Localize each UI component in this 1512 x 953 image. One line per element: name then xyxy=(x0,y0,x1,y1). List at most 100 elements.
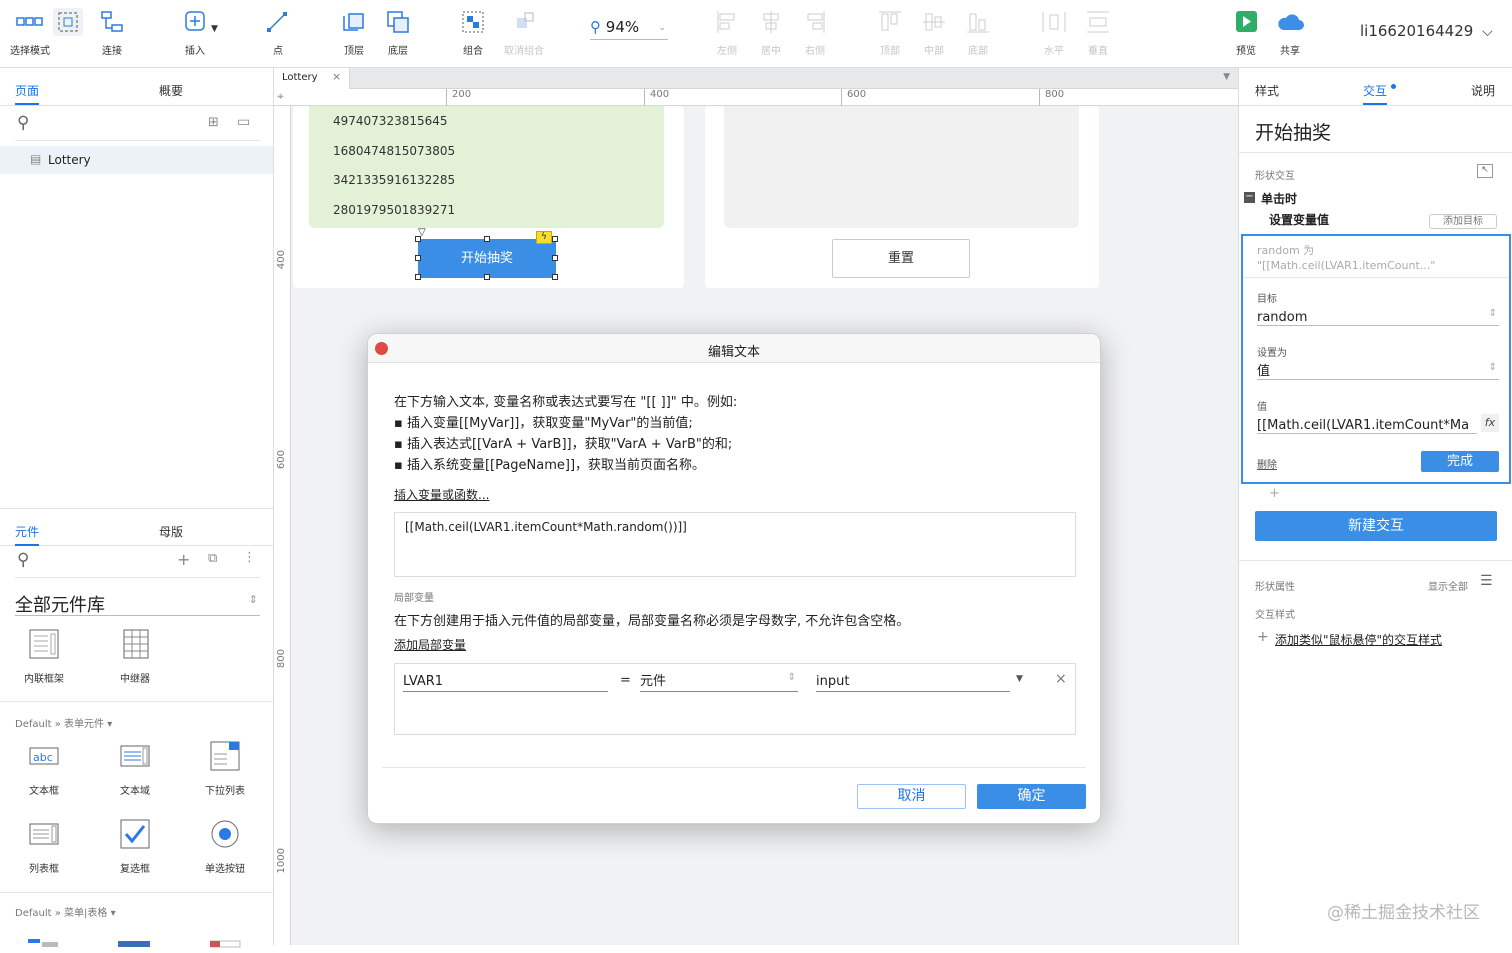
ruler-label: 400 xyxy=(644,89,669,106)
toolbar-label: 水平 xyxy=(1044,46,1064,57)
add-interaction-style-link[interactable]: 添加类似"鼠标悬停"的交互样式 xyxy=(1275,631,1442,648)
section-form-widgets[interactable]: Default » 表单元件 ▾ xyxy=(15,715,112,730)
chevron-down-icon[interactable]: ▼ xyxy=(211,24,218,34)
widget-checkbox[interactable]: 复选框 xyxy=(105,818,165,875)
rotate-handle-icon[interactable]: ▽ xyxy=(418,227,426,238)
action-label[interactable]: 设置变量值 xyxy=(1269,211,1329,228)
tab-notes[interactable]: 说明 xyxy=(1471,82,1495,99)
toolbar-label: 右侧 xyxy=(805,46,825,57)
username: li16620164429 xyxy=(1360,22,1474,40)
connect-button[interactable]: 连接 xyxy=(82,8,142,57)
tab-outline[interactable]: 概要 xyxy=(159,82,183,99)
function-icon[interactable]: fx xyxy=(1481,414,1499,432)
share-button[interactable]: 共享 xyxy=(1260,8,1320,57)
zoom-select[interactable]: ⚲ 94% ⌄ xyxy=(590,18,668,40)
menu-widget-icon[interactable] xyxy=(28,932,60,947)
ok-button[interactable]: 确定 xyxy=(977,784,1086,809)
library-stack-icon[interactable]: ⧉ xyxy=(208,551,217,566)
section-label: Default » 菜单|表格 xyxy=(15,908,108,919)
point-button[interactable]: 点 xyxy=(248,8,308,57)
close-icon[interactable]: × xyxy=(332,70,341,83)
expression-text: [[Math.ceil(LVAR1.itemCount*Math.random(… xyxy=(405,520,687,534)
widget-label: 列表框 xyxy=(29,864,59,875)
variable-name-input[interactable]: LVAR1 xyxy=(403,670,608,692)
delete-link[interactable]: 删除 xyxy=(1257,456,1277,471)
point-icon xyxy=(267,12,287,32)
pages-tab-row: 页面 概要 xyxy=(0,68,273,106)
tab-widgets[interactable]: 元件 xyxy=(15,523,40,546)
distribute-horizontal-icon xyxy=(1042,12,1066,32)
resize-handle[interactable] xyxy=(552,255,558,261)
reset-button[interactable]: 重置 xyxy=(832,239,970,278)
variable-target-select[interactable]: input xyxy=(816,670,1010,692)
align-right-button[interactable]: 右侧 xyxy=(785,8,845,57)
widget-text-area[interactable]: 文本域 xyxy=(105,740,165,797)
chevron-down-icon[interactable]: ▼ xyxy=(1016,674,1023,684)
cancel-button[interactable]: 取消 xyxy=(857,784,966,809)
add-page-icon[interactable]: ⊞ xyxy=(208,115,219,130)
widget-inline-frame[interactable]: 内联框架 xyxy=(14,628,74,685)
tab-pages[interactable]: 页面 xyxy=(15,82,40,105)
value-label: 值 xyxy=(1257,402,1267,413)
align-bottom-button[interactable]: 底部 xyxy=(948,8,1008,57)
event-label[interactable]: 单击时 xyxy=(1261,190,1297,207)
list-icon[interactable]: ☰ xyxy=(1480,573,1493,589)
variable-type-select[interactable]: 元件 ⇕ xyxy=(640,670,798,692)
tab-lottery[interactable]: Lottery × xyxy=(274,68,350,89)
add-style-icon[interactable]: + xyxy=(1257,629,1269,645)
resize-handle[interactable] xyxy=(484,274,490,280)
lightning-icon[interactable]: ϟ xyxy=(536,231,552,244)
setto-select[interactable]: 值 ⇕ xyxy=(1257,360,1499,380)
search-icon[interactable]: ⚲ xyxy=(17,550,29,570)
start-lottery-button[interactable]: 开始抽奖 xyxy=(419,240,555,277)
tab-style[interactable]: 样式 xyxy=(1255,82,1279,99)
widget-repeater[interactable]: 中继器 xyxy=(105,628,165,685)
section-menu-table[interactable]: Default » 菜单|表格 ▾ xyxy=(15,904,116,919)
target-select[interactable]: random ⇕ xyxy=(1257,306,1499,326)
done-button[interactable]: 完成 xyxy=(1421,451,1499,472)
divider xyxy=(0,701,273,702)
user-menu[interactable]: li16620164429 ⌵ xyxy=(1360,22,1493,40)
tab-interactions[interactable]: 交互 xyxy=(1363,82,1388,105)
resize-handle[interactable] xyxy=(415,255,421,261)
widget-text-field[interactable]: abc 文本框 xyxy=(14,740,74,797)
table-widget-icon[interactable] xyxy=(118,934,150,947)
bullet-line: ▪ 插入变量[[MyVar]]，获取变量"MyVar"的当前值; xyxy=(394,416,693,431)
tab-masters[interactable]: 母版 xyxy=(159,523,183,540)
new-interaction-button[interactable]: 新建交互 xyxy=(1255,511,1497,541)
bring-front-icon xyxy=(343,13,364,31)
resize-handle[interactable] xyxy=(552,236,558,242)
show-all-link[interactable]: 显示全部 xyxy=(1428,578,1468,593)
toolbar-label: 居中 xyxy=(761,46,781,57)
insert-variable-link[interactable]: 插入变量或函数... xyxy=(394,486,489,503)
page-item-lottery[interactable]: ▤ Lottery xyxy=(0,146,273,174)
add-library-icon[interactable]: + xyxy=(177,550,190,569)
folder-icon[interactable]: ▭ xyxy=(237,114,250,130)
resize-handle[interactable] xyxy=(415,274,421,280)
more-icon[interactable]: ⋮ xyxy=(243,550,256,565)
search-icon[interactable]: ⚲ xyxy=(17,113,29,133)
ungroup-button[interactable]: 取消组合 xyxy=(494,8,554,57)
widget-list-box[interactable]: 列表框 xyxy=(14,818,74,875)
expression-textarea[interactable]: [[Math.ceil(LVAR1.itemCount*Math.random(… xyxy=(394,512,1076,577)
expand-icon[interactable]: ↖ xyxy=(1477,164,1493,178)
widget-dropdown[interactable]: 下拉列表 xyxy=(195,740,255,797)
resize-handle[interactable] xyxy=(484,236,490,242)
shape-interaction-label: 形状交互 xyxy=(1255,171,1295,182)
chevron-down-icon: ⌵ xyxy=(1482,24,1493,40)
chevron-down-icon[interactable]: ▼ xyxy=(1223,72,1230,82)
updown-icon: ⇕ xyxy=(787,672,796,683)
tree-widget-icon[interactable] xyxy=(209,934,242,948)
resize-handle[interactable] xyxy=(552,274,558,280)
add-local-variable-link[interactable]: 添加局部变量 xyxy=(394,636,466,653)
library-select[interactable]: 全部元件库 ⇕ xyxy=(15,588,260,616)
ruler-label: 1000 xyxy=(276,848,287,874)
add-target-button[interactable]: 添加目标 xyxy=(1429,214,1497,229)
widget-radio[interactable]: 单选按钮 xyxy=(195,818,255,875)
collapse-icon[interactable]: − xyxy=(1244,192,1255,203)
remove-variable-icon[interactable]: × xyxy=(1055,671,1067,687)
distribute-vertical-button[interactable]: 垂直 xyxy=(1068,8,1128,57)
send-back-button[interactable]: 底层 xyxy=(368,8,428,57)
add-action-icon[interactable]: + xyxy=(1269,486,1280,501)
value-input[interactable]: [[Math.ceil(LVAR1.itemCount*Ma xyxy=(1257,414,1477,434)
